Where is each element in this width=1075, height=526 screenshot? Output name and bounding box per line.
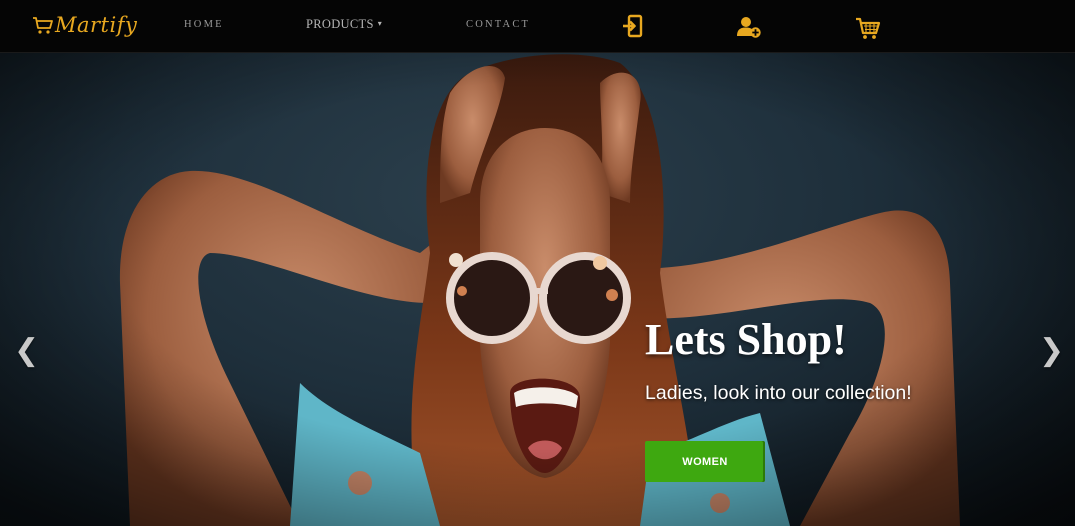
hero-image [0,53,1075,526]
hero-carousel: ❮ ❯ Lets Shop! Ladies, look into our col… [0,53,1075,526]
cart-icon[interactable] [855,15,881,41]
hero-title: Lets Shop! [645,315,847,364]
shopping-cart-icon [33,17,53,34]
navbar: Martify HOME PRODUCTS ▾ CONTACT [0,0,1075,53]
login-icon[interactable] [620,13,646,39]
carousel-next-arrow[interactable]: ❯ [1039,336,1064,366]
nav-home-link[interactable]: HOME [184,19,224,30]
add-user-icon[interactable] [736,14,762,40]
hero-subtitle: Ladies, look into our collection! [645,382,912,404]
chevron-down-icon: ▾ [377,19,383,28]
brand-name: Martify [55,13,138,37]
nav-products-dropdown[interactable]: PRODUCTS ▾ [306,17,382,32]
nav-products-label: PRODUCTS [306,17,374,31]
women-button[interactable]: WOMEN [645,441,765,482]
hero-caption: Lets Shop! Ladies, look into our collect… [645,315,975,482]
carousel-prev-arrow[interactable]: ❮ [14,336,39,366]
nav-contact-link[interactable]: CONTACT [466,19,530,30]
brand-logo[interactable]: Martify [32,10,137,40]
